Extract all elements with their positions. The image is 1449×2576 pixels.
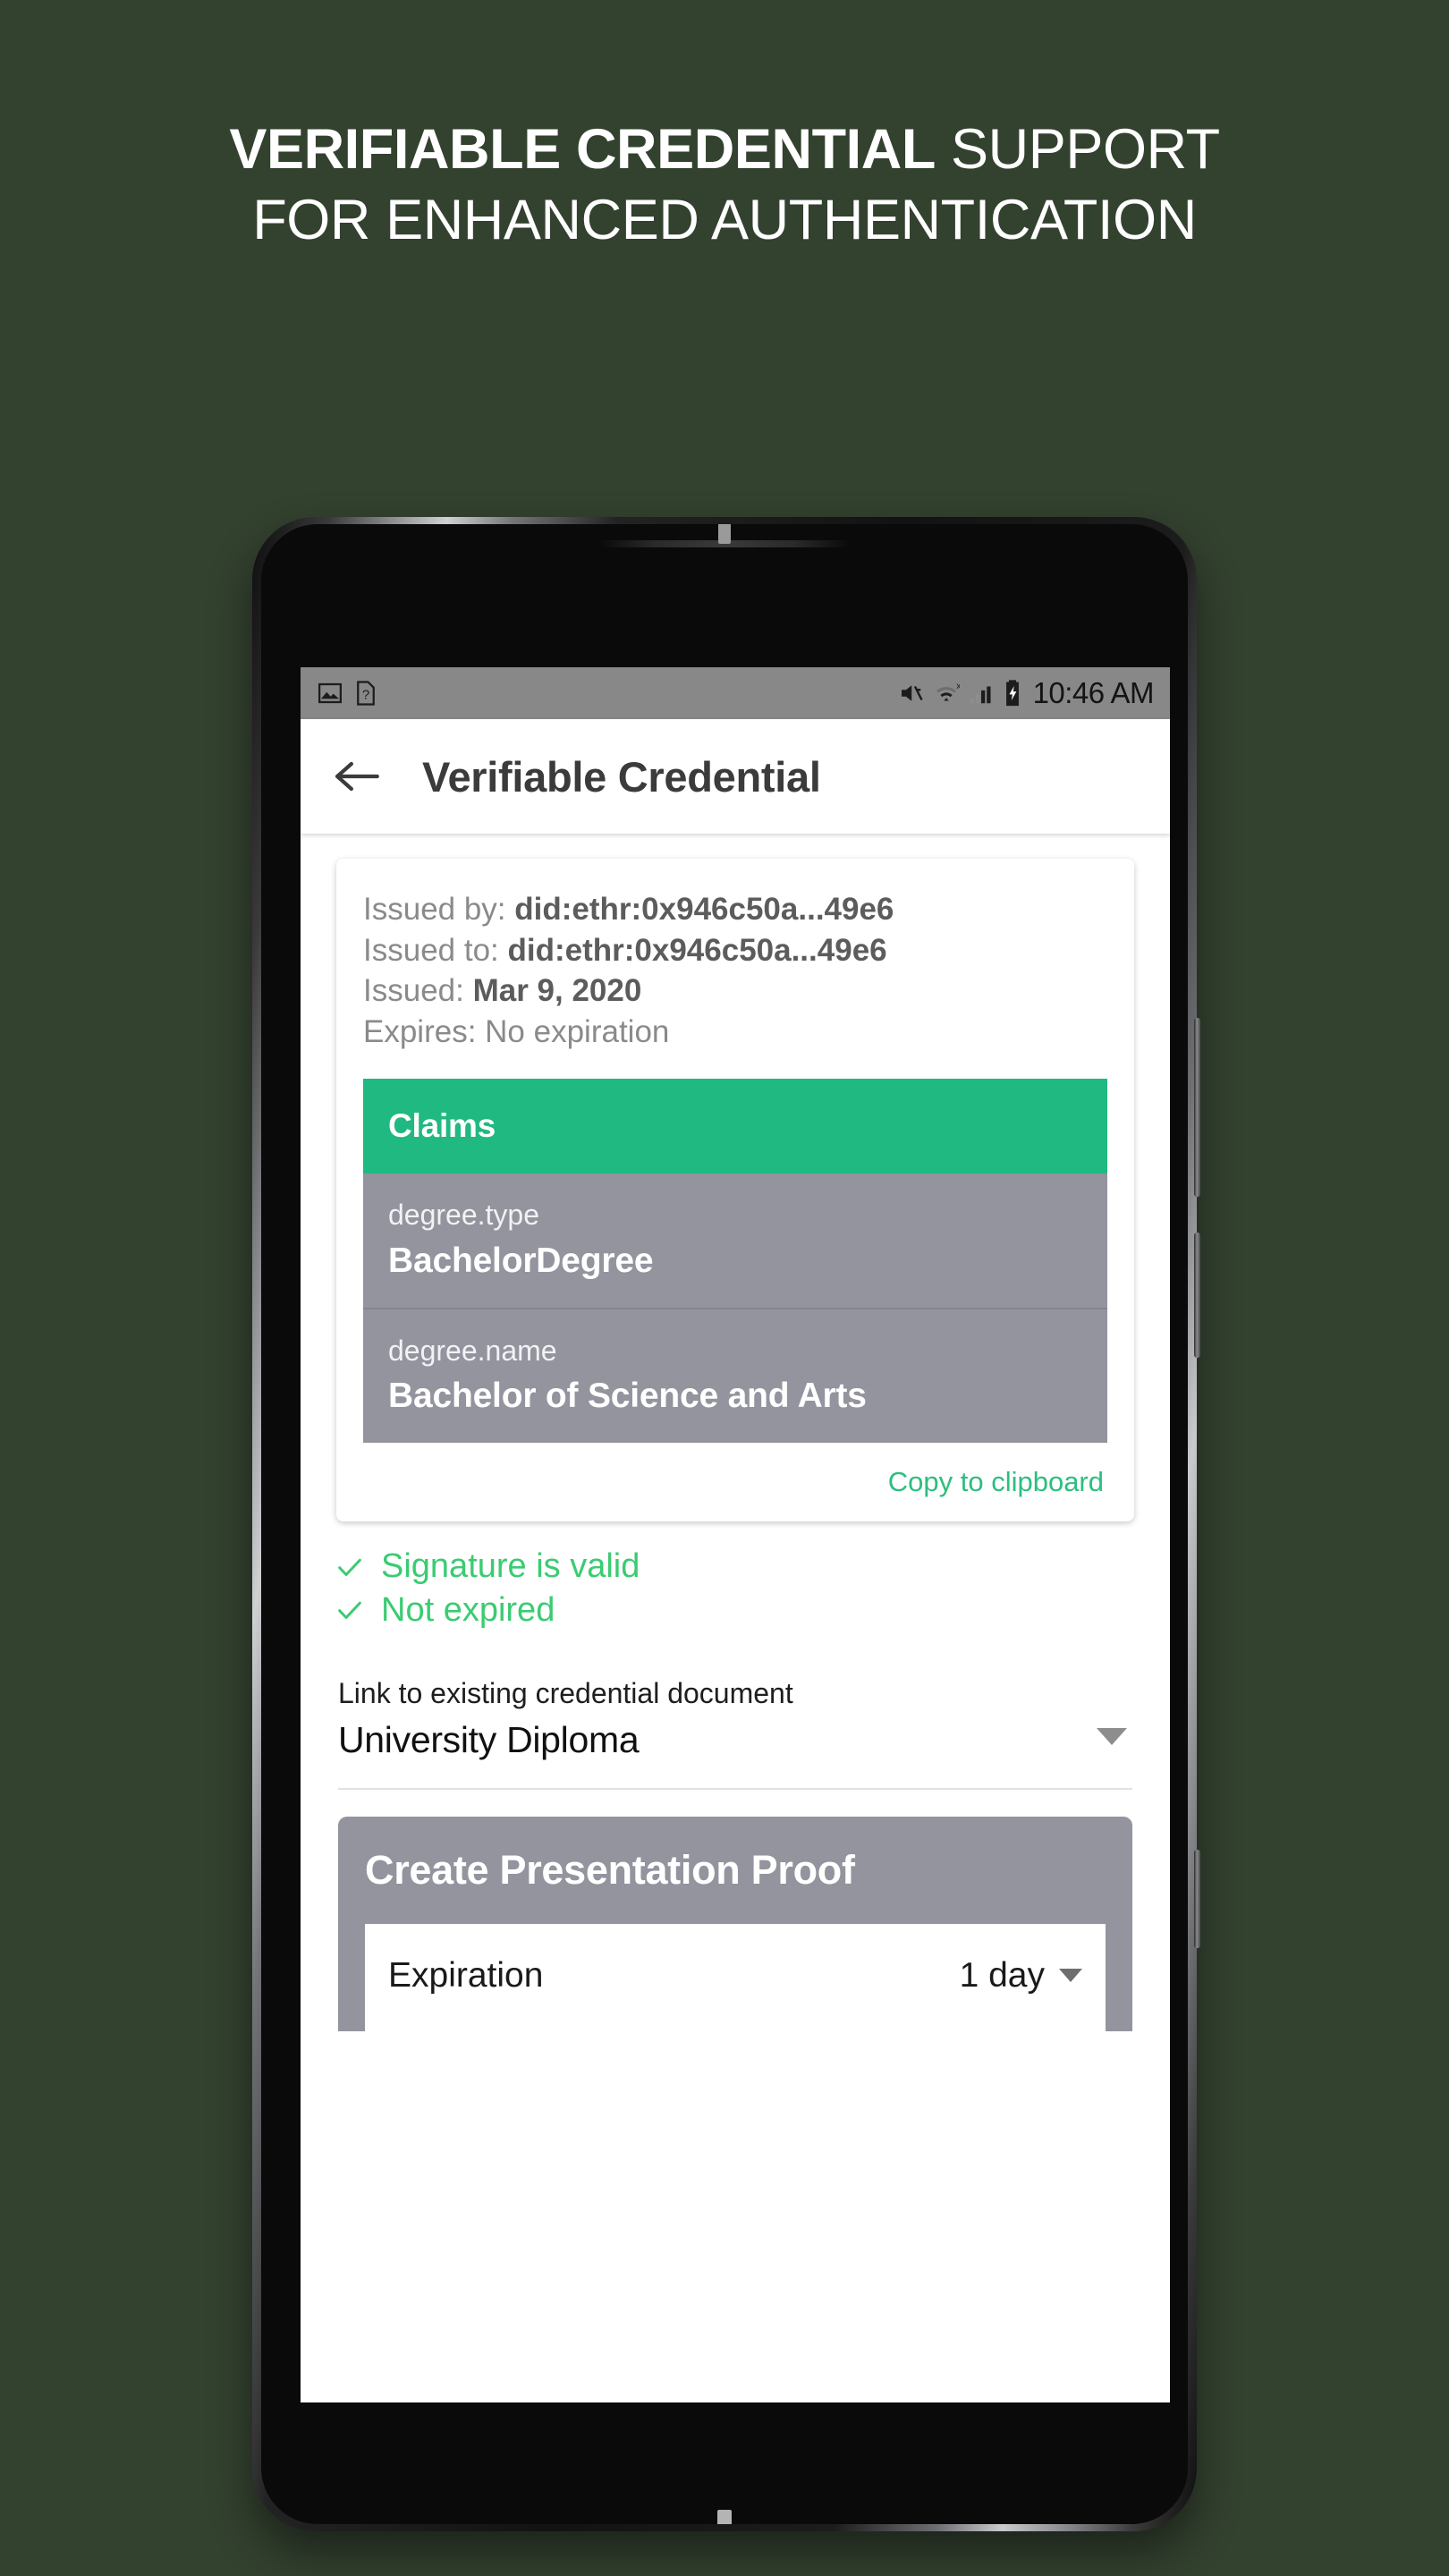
expiration-label: Expiration — [388, 1955, 544, 1995]
issued-to-value: did:ethr:0x946c50a...49e6 — [507, 932, 887, 968]
issued-value: Mar 9, 2020 — [472, 973, 642, 1008]
not-expired-label: Not expired — [381, 1590, 555, 1629]
section-divider — [338, 1787, 1132, 1790]
bottom-antenna-notch — [717, 2510, 732, 2524]
expiration-dropdown[interactable]: 1 day — [960, 1956, 1082, 1996]
mute-icon — [901, 685, 923, 701]
claims-header: Claims — [363, 1079, 1107, 1174]
image-icon — [318, 682, 342, 704]
check-icon — [338, 1558, 361, 1576]
sim-card-icon: ? — [357, 681, 375, 706]
power-button[interactable] — [1194, 1850, 1200, 1948]
credential-document-value: University Diploma — [338, 1718, 640, 1760]
credential-document-label: Link to existing credential document — [338, 1677, 793, 1710]
issued-label: Issued: — [363, 973, 473, 1008]
status-badge: Signature is valid — [335, 1545, 1170, 1589]
phone-screen: ? x — [301, 667, 1170, 2402]
issued-by-row: Issued by: did:ethr:0x946c50a...49e6 — [363, 889, 1107, 930]
validation-status-list: Signature is valid Not expired — [335, 1545, 1170, 1631]
chevron-down-icon — [1059, 1969, 1082, 1983]
app-bar: Verifiable Credential — [301, 719, 1170, 834]
proof-panel-title: Create Presentation Proof — [365, 1846, 855, 1893]
issued-to-label: Issued to: — [363, 932, 508, 968]
back-arrow-glyph — [335, 761, 379, 792]
claim-key: degree.name — [388, 1334, 557, 1367]
issued-to-row: Issued to: did:ethr:0x946c50a...49e6 — [363, 930, 1107, 971]
check-icon — [338, 1601, 361, 1620]
expires-row: Expires: No expiration — [363, 1012, 1107, 1053]
claim-value: Bachelor of Science and Arts — [388, 1377, 867, 1416]
svg-text:?: ? — [362, 687, 369, 702]
copy-to-clipboard-button[interactable]: Copy to clipboard — [888, 1466, 1104, 1498]
issued-date-row: Issued: Mar 9, 2020 — [363, 970, 1107, 1012]
battery-charging-icon — [1005, 680, 1019, 707]
top-antenna-notch — [718, 524, 731, 544]
wifi-icon: x — [936, 682, 960, 701]
credential-card: Issued by: did:ethr:0x946c50a...49e6 Iss… — [336, 859, 1134, 1522]
cell-signal-icon — [970, 686, 991, 704]
claims-list: degree.type BachelorDegree degree.name B… — [363, 1174, 1107, 1444]
svg-text:x: x — [956, 682, 960, 691]
table-row: degree.type BachelorDegree — [363, 1174, 1107, 1308]
claim-key: degree.type — [388, 1199, 540, 1231]
create-presentation-proof-panel: Create Presentation Proof Expiration 1 d… — [338, 1816, 1132, 2031]
status-bar-clock: 10:46 AM — [1032, 676, 1155, 709]
volume-up-button[interactable] — [1194, 1018, 1200, 1197]
status-bar-left-icons: ? — [317, 680, 377, 707]
headline-line-2: FOR ENHANCED AUTHENTICATION — [252, 189, 1197, 252]
status-bar-right-icons: x 10:46 AM — [897, 676, 1155, 710]
expiration-value: 1 day — [959, 1955, 1045, 1995]
status-bar: ? x — [301, 667, 1170, 719]
credential-document-text: Link to existing credential document Uni… — [338, 1674, 1097, 1760]
headline-line-1: VERIFIABLE CREDENTIAL SUPPORT — [0, 114, 1449, 185]
screen-content: Issued by: did:ethr:0x946c50a...49e6 Iss… — [301, 834, 1170, 2402]
volume-down-button[interactable] — [1194, 1233, 1200, 1358]
claims-section: Claims degree.type BachelorDegree degree… — [363, 1079, 1107, 1444]
phone-bezel: ? x — [261, 524, 1188, 2524]
copy-row: Copy to clipboard — [363, 1443, 1107, 1505]
status-badge: Not expired — [335, 1589, 1170, 1632]
expires-label: Expires: — [363, 1013, 486, 1049]
signature-valid-label: Signature is valid — [381, 1547, 640, 1586]
issued-by-label: Issued by: — [363, 892, 515, 927]
headline-regular-text: SUPPORT — [935, 118, 1220, 181]
table-row: degree.name Bachelor of Science and Arts — [363, 1307, 1107, 1444]
headline-bold-text: VERIFIABLE CREDENTIAL — [229, 118, 936, 181]
credential-document-dropdown[interactable]: Link to existing credential document Uni… — [338, 1674, 1132, 1787]
expires-value: No expiration — [485, 1013, 670, 1049]
page-title: Verifiable Credential — [422, 752, 821, 801]
issued-by-value: did:ethr:0x946c50a...49e6 — [514, 892, 894, 927]
claim-value: BachelorDegree — [388, 1241, 654, 1280]
promo-headline: VERIFIABLE CREDENTIAL SUPPORT FOR ENHANC… — [0, 114, 1449, 257]
chevron-down-icon — [1097, 1727, 1127, 1745]
expiration-row[interactable]: Expiration 1 day — [365, 1923, 1106, 2031]
back-arrow-icon[interactable] — [331, 750, 383, 802]
phone-device-mockup: ? x — [252, 517, 1200, 2531]
